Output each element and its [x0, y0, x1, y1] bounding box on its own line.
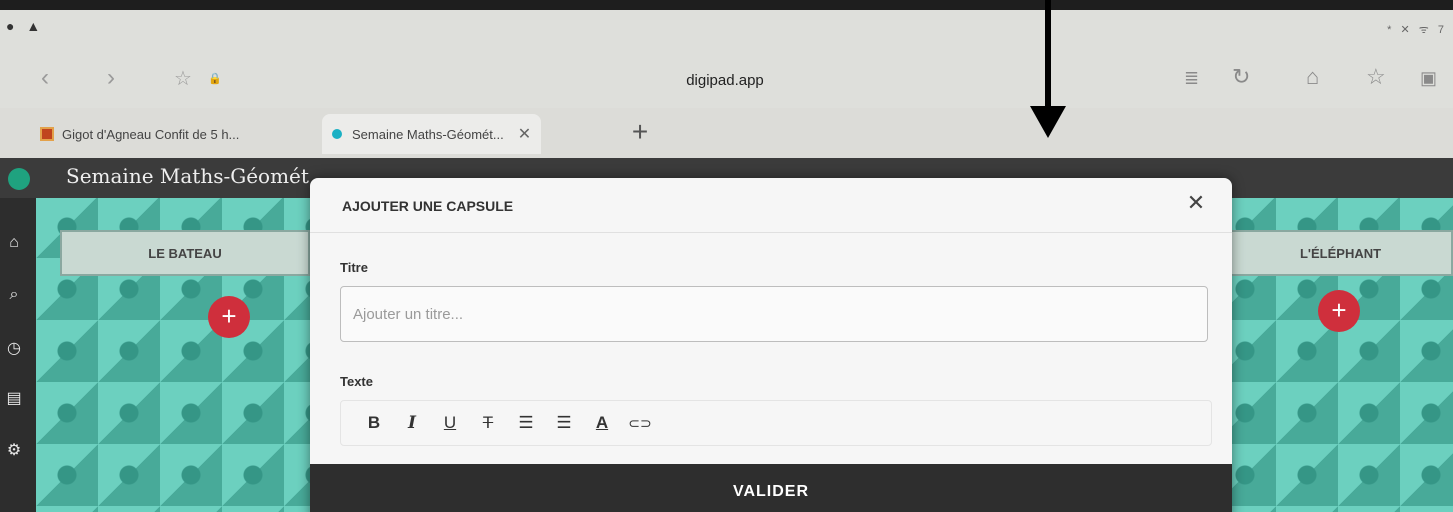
- status-icons-left: ● ▲: [6, 18, 45, 34]
- underline-icon[interactable]: U: [435, 413, 465, 433]
- ordered-list-icon[interactable]: ☰: [511, 413, 541, 433]
- strikethrough-icon[interactable]: T: [473, 413, 503, 433]
- close-tab-icon[interactable]: ✕: [518, 124, 531, 144]
- bullet-list-icon[interactable]: ☰: [549, 413, 579, 433]
- digipad-favicon-icon: [332, 129, 342, 139]
- tab-label: Semaine Maths-Géomét...: [352, 126, 504, 142]
- column-header-elephant[interactable]: L'ÉLÉPHANT: [1228, 230, 1453, 276]
- pad-sidebar: ⌂ ⌕ ◷ ▤ ⚙: [0, 198, 36, 512]
- add-capsule-button-bateau[interactable]: +: [208, 296, 250, 338]
- new-tab-button[interactable]: +: [622, 116, 658, 148]
- tab-gigot[interactable]: Gigot d'Agneau Confit de 5 h...: [40, 114, 239, 154]
- back-icon[interactable]: ‹: [30, 64, 60, 92]
- recipe-favicon-icon: [40, 127, 54, 141]
- status-bar: ● ▲ * ✕ ᯤ 7: [0, 10, 1453, 50]
- notes-icon[interactable]: ▤: [4, 388, 24, 408]
- browser-toolbar: ‹ › ☆ 🔒 digipad.app ≣ ↻ ⌂ ☆ ▣: [0, 50, 1453, 108]
- history-icon[interactable]: ◷: [4, 338, 24, 358]
- pad-logo: [8, 168, 30, 190]
- settings-icon[interactable]: ⚙: [4, 440, 24, 460]
- title-input[interactable]: [340, 286, 1208, 342]
- column-header-bateau[interactable]: LE BATEAU: [60, 230, 310, 276]
- home-icon[interactable]: ⌂: [1306, 64, 1319, 90]
- annotation-arrow: [1045, 0, 1051, 110]
- screen-photo: ● ▲ * ✕ ᯤ 7 ‹ › ☆ 🔒 digipad.app ≣ ↻ ⌂ ☆ …: [0, 10, 1453, 512]
- bookmark-icon[interactable]: ☆: [1366, 64, 1386, 90]
- forward-icon[interactable]: ›: [96, 64, 126, 92]
- pad-title: Semaine Maths-Géomét: [66, 164, 309, 188]
- tab-label: Gigot d'Agneau Confit de 5 h...: [62, 126, 240, 142]
- italic-icon[interactable]: I: [397, 413, 427, 433]
- text-editor-toolbar: B I U T ☰ ☰ A ⊂⊃: [340, 400, 1212, 446]
- tab-semaine-maths[interactable]: Semaine Maths-Géomét... ✕: [322, 114, 542, 154]
- annotation-arrow-head: [1030, 106, 1066, 138]
- status-icons-right: * ✕ ᯤ 7: [1387, 24, 1447, 36]
- text-label: Texte: [340, 374, 373, 389]
- search-icon[interactable]: ⌕: [4, 286, 24, 304]
- modal-header: AJOUTER UNE CAPSULE ✕: [310, 178, 1232, 233]
- lock-icon: 🔒: [208, 73, 222, 85]
- reader-mode-icon[interactable]: ≣: [1184, 68, 1199, 89]
- link-icon[interactable]: ⊂⊃: [625, 415, 655, 432]
- title-label: Titre: [340, 260, 368, 275]
- url-bar[interactable]: digipad.app: [600, 72, 850, 89]
- add-capsule-button-elephant[interactable]: +: [1318, 290, 1360, 332]
- home-icon[interactable]: ⌂: [4, 234, 24, 252]
- bold-icon[interactable]: B: [359, 413, 389, 433]
- text-color-icon[interactable]: A: [587, 413, 617, 433]
- validate-button[interactable]: VALIDER: [310, 464, 1232, 512]
- close-icon[interactable]: ✕: [1182, 190, 1210, 216]
- tab-bar: Gigot d'Agneau Confit de 5 h... Semaine …: [0, 108, 1453, 158]
- modal-title: AJOUTER UNE CAPSULE: [342, 198, 514, 214]
- star-icon[interactable]: ☆: [168, 66, 198, 91]
- tabs-icon[interactable]: ▣: [1420, 68, 1437, 89]
- reload-icon[interactable]: ↻: [1232, 64, 1250, 90]
- add-capsule-modal: AJOUTER UNE CAPSULE ✕ Titre Texte B I U …: [310, 178, 1232, 512]
